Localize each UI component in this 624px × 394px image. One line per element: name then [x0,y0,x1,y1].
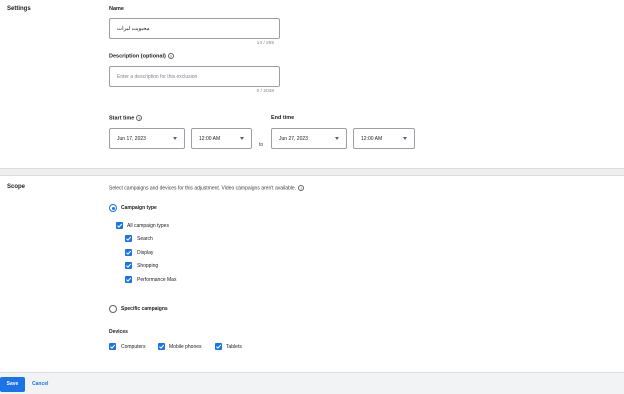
check-icon [126,277,132,282]
help-icon[interactable]: ? [167,53,174,59]
all-campaign-types-checkbox[interactable] [116,222,123,229]
chevron-down-icon [335,137,339,140]
footer-bar [0,372,624,394]
display-checkbox[interactable] [125,249,132,256]
help-icon[interactable]: ? [136,115,143,121]
computers-label: Computers [121,344,146,350]
check-icon [126,250,132,255]
chevron-down-icon [403,137,407,140]
description-input[interactable]: Enter a description for this exclusion [109,66,280,87]
cancel-button[interactable]: Cancel [32,377,48,392]
tablets-checkbox[interactable] [215,343,222,350]
help-icon[interactable]: ? [298,185,305,191]
campaign-type-radio[interactable] [109,204,117,212]
display-label: Display [137,250,154,256]
mobile-phones-label: Mobile phones [169,344,202,350]
name-char-counter: 14 / 255 [256,41,274,46]
chevron-down-icon [173,137,177,140]
start-time-value: 12:00 AM [199,135,221,142]
end-time-value: 12:00 AM [361,135,383,142]
scope-description-text: Select campaigns and devices for this ad… [109,185,297,192]
start-date-value: Jun 17, 2023 [117,135,146,142]
chevron-down-icon [240,137,244,140]
check-icon [159,344,165,349]
tablets-label: Tablets [226,344,242,350]
performance-max-checkbox[interactable] [125,276,132,283]
description-label-text: Description (optional) [109,53,166,60]
check-icon [117,223,123,228]
mobile-phones-checkbox[interactable] [158,343,165,350]
shopping-label: Shopping [137,263,159,269]
end-date-value: Jun 27, 2023 [279,135,308,142]
scope-description: Select campaigns and devices for this ad… [109,185,305,192]
start-date-dropdown[interactable]: Jun 17, 2023 [109,128,185,149]
all-campaign-types-label: All campaign types [127,223,169,229]
check-icon [126,263,132,268]
check-icon [110,344,116,349]
save-button[interactable]: Save [0,377,25,392]
campaign-type-radio-label: Campaign type [121,205,157,211]
description-placeholder: Enter a description for this exclusion [117,73,198,80]
end-date-dropdown[interactable]: Jun 27, 2023 [271,128,347,149]
computers-checkbox[interactable] [109,343,116,350]
scope-section-label: Scope [7,184,26,190]
performance-max-label: Performance Max [137,277,177,283]
name-field-label: Name [109,6,124,12]
radio-selected-dot [111,206,115,210]
end-time-dropdown[interactable]: 12:00 AM [353,128,415,149]
start-time-label: Start time? [109,115,143,122]
search-label: Search [137,236,153,242]
name-input-value: محبوبت لبرات [117,25,150,32]
shopping-checkbox[interactable] [125,262,132,269]
end-time-label: End time [271,115,295,121]
devices-label: Devices [109,329,128,335]
description-char-counter: 0 / 2048 [256,89,274,94]
specific-campaigns-radio[interactable] [109,305,117,313]
check-icon [216,344,222,349]
check-icon [126,236,132,241]
search-checkbox[interactable] [125,235,132,242]
section-divider [0,175,624,176]
description-field-label: Description (optional)? [109,53,174,59]
to-label: to [259,142,264,148]
start-time-label-text: Start time [109,115,135,122]
name-input[interactable]: محبوبت لبرات [109,18,280,39]
start-time-dropdown[interactable]: 12:00 AM [191,128,252,149]
specific-campaigns-radio-label: Specific campaigns [121,306,168,312]
settings-section-label: Settings [7,6,31,12]
